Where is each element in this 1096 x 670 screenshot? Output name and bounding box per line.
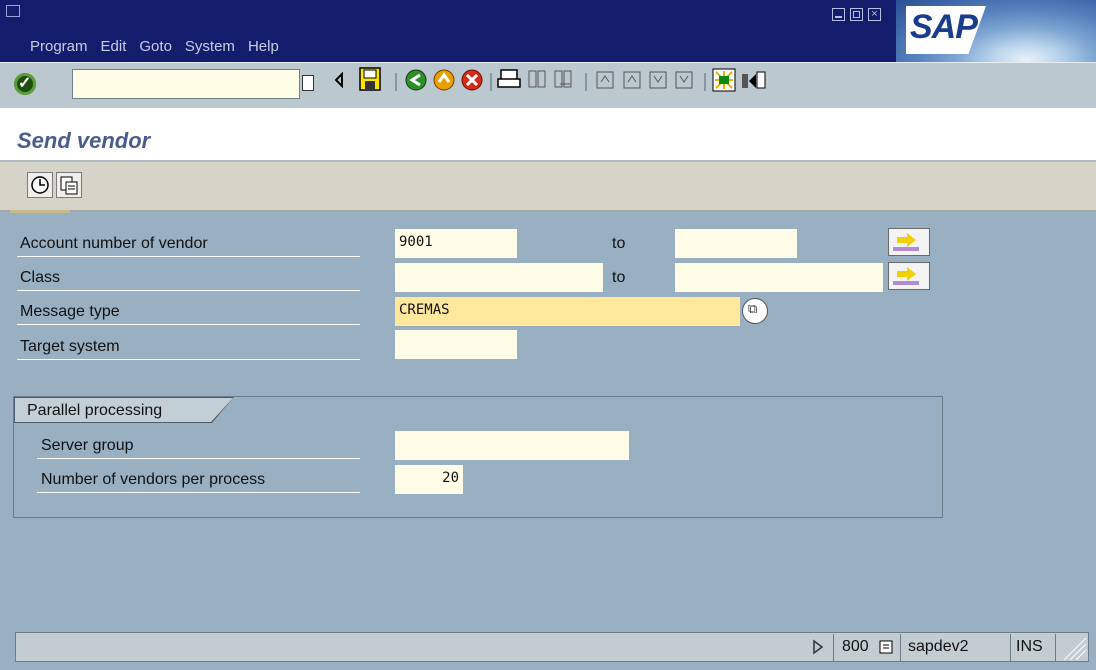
- maximize-icon[interactable]: [850, 8, 863, 21]
- exit-icon[interactable]: [433, 69, 455, 91]
- window-menu-icon[interactable]: [6, 5, 20, 17]
- account-number-to-input[interactable]: [675, 229, 797, 258]
- close-icon[interactable]: ×: [868, 8, 881, 21]
- label-underline: [17, 359, 360, 360]
- execute-icon[interactable]: [27, 172, 53, 198]
- label-underline: [37, 458, 360, 459]
- label-to: to: [612, 235, 626, 252]
- group-title-tab: Parallel processing: [15, 398, 233, 422]
- window-controls: ×: [832, 8, 881, 21]
- save-icon[interactable]: [359, 67, 381, 91]
- label-underline: [17, 290, 360, 291]
- possible-entries-icon[interactable]: [742, 298, 768, 324]
- status-expand-icon[interactable]: [811, 634, 825, 661]
- status-divider: [900, 634, 901, 662]
- multiple-selection-icon[interactable]: [888, 228, 930, 256]
- label-underline: [37, 492, 360, 493]
- status-divider: [833, 634, 834, 662]
- server-group-input[interactable]: [395, 431, 629, 460]
- sap-window: SAP × Program Edit Goto System Help S: [0, 0, 1096, 670]
- vendors-per-process-input[interactable]: 20: [395, 465, 463, 494]
- resize-grip-icon[interactable]: [1058, 634, 1088, 662]
- label-to: to: [612, 269, 626, 286]
- label-message-type: Message type: [20, 303, 120, 320]
- menu-system[interactable]: System: [185, 38, 235, 55]
- first-page-icon[interactable]: [596, 71, 614, 89]
- multiple-selection-icon[interactable]: [888, 262, 930, 290]
- status-system-info-icon[interactable]: [879, 636, 893, 663]
- account-number-from-input[interactable]: 9001: [395, 229, 517, 258]
- message-type-input[interactable]: CREMAS: [395, 297, 740, 326]
- create-session-icon[interactable]: [712, 68, 736, 92]
- status-divider: [1010, 634, 1011, 662]
- get-variant-icon[interactable]: [56, 172, 82, 198]
- status-divider: [1055, 634, 1056, 662]
- menu-goto[interactable]: Goto: [139, 38, 172, 55]
- title-area: [0, 108, 1096, 162]
- label-account-number: Account number of vendor: [20, 235, 208, 252]
- status-mode: INS: [1016, 638, 1043, 655]
- page-title: Send vendor: [17, 128, 151, 153]
- find-icon[interactable]: [528, 70, 546, 88]
- label-class: Class: [20, 269, 61, 286]
- class-from-input[interactable]: [395, 263, 603, 292]
- last-page-icon[interactable]: [675, 71, 693, 89]
- find-next-icon[interactable]: [554, 70, 572, 88]
- toolbar-underline: [10, 210, 70, 213]
- label-underline: [17, 256, 360, 257]
- menu-help[interactable]: Help: [248, 38, 279, 55]
- target-system-input[interactable]: [395, 330, 517, 359]
- generate-shortcut-icon[interactable]: [742, 71, 766, 89]
- toolbar-icons: [334, 67, 766, 92]
- label-underline: [17, 324, 360, 325]
- application-toolbar: [0, 162, 1096, 212]
- previous-page-icon[interactable]: [623, 71, 641, 89]
- next-page-icon[interactable]: [649, 71, 667, 89]
- print-icon[interactable]: [497, 69, 521, 88]
- status-system: sapdev2: [908, 638, 969, 655]
- group-title: Parallel processing: [27, 402, 163, 419]
- status-client: 800: [842, 638, 869, 655]
- class-to-input[interactable]: [675, 263, 883, 292]
- menu-program[interactable]: Program: [30, 38, 88, 55]
- menu-edit[interactable]: Edit: [101, 38, 127, 55]
- back-icon[interactable]: [405, 69, 427, 91]
- menu-bar: Program Edit Goto System Help: [30, 38, 279, 55]
- label-server-group: Server group: [41, 437, 134, 454]
- label-target-system: Target system: [20, 338, 120, 355]
- label-vendors-per-process: Number of vendors per process: [41, 471, 266, 488]
- minimize-icon[interactable]: [832, 8, 845, 21]
- cancel-icon[interactable]: [461, 69, 483, 91]
- back-arrow-icon[interactable]: [334, 71, 343, 89]
